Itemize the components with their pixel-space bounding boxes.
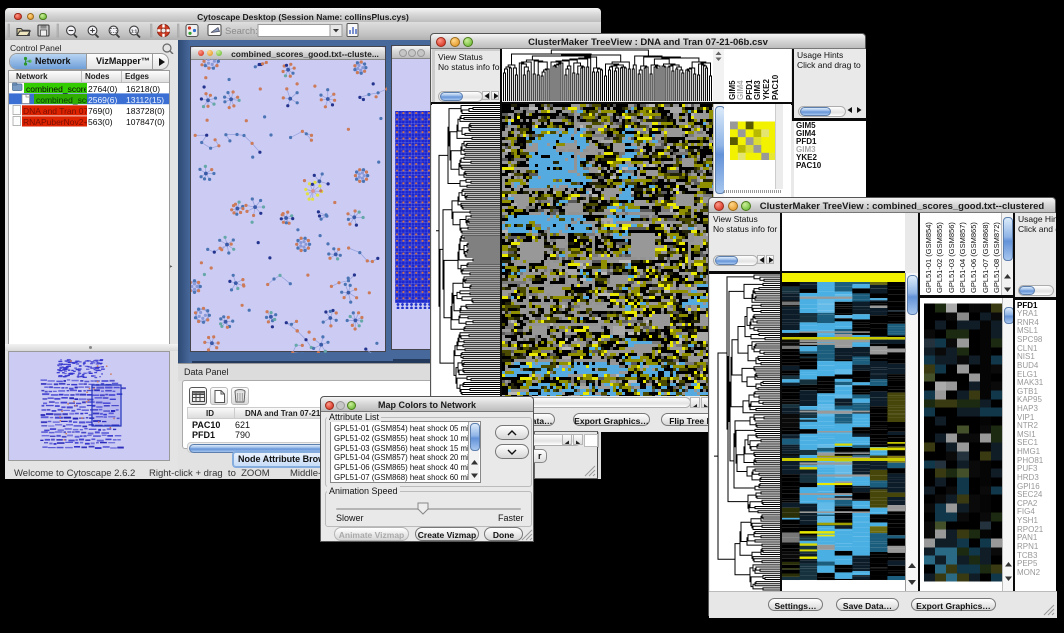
svg-text:1:1: 1:1 xyxy=(131,28,138,33)
svg-text:Search:: Search: xyxy=(225,26,258,37)
